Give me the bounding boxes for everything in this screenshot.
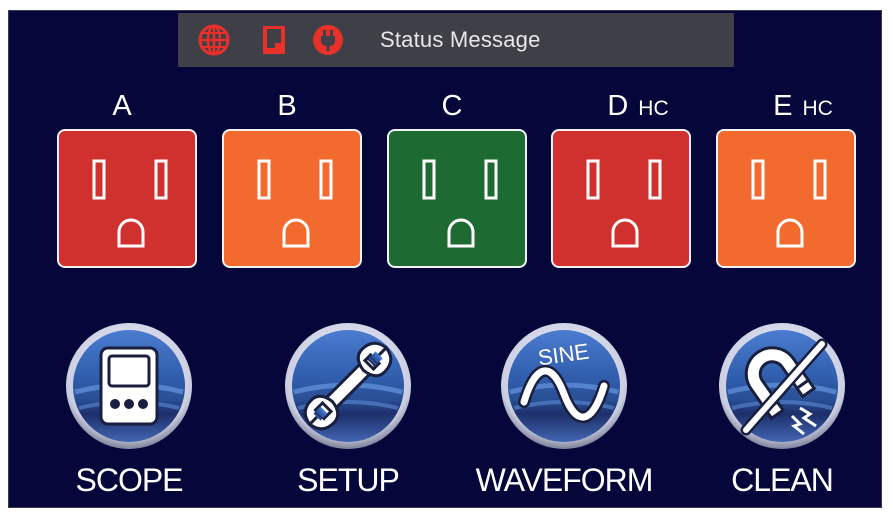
- clean-button[interactable]: [718, 322, 846, 450]
- status-bar: Status Message: [178, 13, 734, 67]
- setup-label: SETUP: [297, 462, 400, 498]
- outlet-e[interactable]: [716, 129, 856, 268]
- outlet-c[interactable]: [387, 129, 527, 268]
- outlet-d-icon: [586, 159, 662, 248]
- outlet-c-icon: [422, 159, 498, 248]
- outlet-b-icon: [257, 159, 333, 248]
- outlet-label-a: A: [112, 90, 132, 122]
- outlet-a-icon: [92, 159, 168, 248]
- outlet-b[interactable]: [222, 129, 362, 268]
- outlet-d[interactable]: [551, 129, 691, 268]
- sine-wave-icon: SINE: [501, 323, 627, 449]
- outlet-label-b: B: [277, 90, 297, 122]
- status-message: Status Message: [380, 27, 541, 52]
- outlet-label-d: D HC: [607, 90, 669, 122]
- setup-button[interactable]: [284, 322, 412, 450]
- wrench-icon: [285, 323, 411, 449]
- scope-button[interactable]: [65, 322, 193, 450]
- globe-icon: [198, 24, 230, 56]
- magnet-crossed-icon: [719, 323, 845, 449]
- outlet-label-c: C: [441, 90, 463, 122]
- outlet-label-e: E HC: [773, 90, 833, 122]
- waveform-button[interactable]: SINE: [500, 322, 628, 450]
- sd-card-icon: [258, 24, 290, 56]
- waveform-label: WAVEFORM: [475, 462, 654, 498]
- clean-label: CLEAN: [731, 462, 834, 498]
- power-plug-icon: [312, 24, 344, 56]
- oscilloscope-icon: [66, 323, 192, 449]
- outlet-a[interactable]: [57, 129, 197, 268]
- outlet-e-icon: [751, 159, 827, 248]
- scope-label: SCOPE: [75, 462, 183, 498]
